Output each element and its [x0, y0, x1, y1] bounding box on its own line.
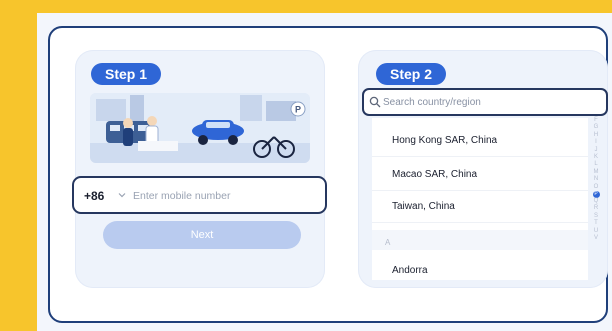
search-placeholder: Search country/region	[383, 97, 481, 108]
index-letter[interactable]: V	[591, 235, 601, 242]
next-button[interactable]: Next	[103, 221, 301, 249]
index-letter[interactable]: T	[591, 220, 601, 227]
city-illustration: P	[90, 93, 310, 163]
index-letter[interactable]: F	[591, 117, 601, 124]
section-letter: A	[385, 238, 391, 247]
country-item-hong-kong[interactable]: Hong Kong SAR, China	[392, 135, 497, 146]
index-letter[interactable]: U	[591, 228, 601, 235]
index-letter[interactable]: J	[591, 147, 601, 154]
index-letter[interactable]: O	[591, 184, 601, 191]
index-letter[interactable]: Q	[591, 198, 601, 205]
index-letter[interactable]: R	[591, 205, 601, 212]
search-icon	[369, 96, 381, 108]
index-letter[interactable]: M	[591, 169, 601, 176]
index-letter[interactable]: I	[591, 139, 601, 146]
index-letter[interactable]: S	[591, 213, 601, 220]
step1-badge: Step 1	[91, 63, 161, 85]
index-letter[interactable]: G	[591, 124, 601, 131]
country-item-andorra[interactable]: Andorra	[392, 265, 428, 276]
index-letter[interactable]: N	[591, 176, 601, 183]
list-divider	[372, 222, 588, 223]
index-letter[interactable]: L	[591, 161, 601, 168]
svg-text:P: P	[295, 105, 301, 115]
list-divider	[372, 190, 588, 191]
list-divider	[372, 156, 588, 157]
step2-badge: Step 2	[376, 63, 446, 85]
chevron-down-icon[interactable]	[117, 190, 127, 200]
index-letter[interactable]: K	[591, 154, 601, 161]
index-letter[interactable]: H	[591, 132, 601, 139]
alphabet-index[interactable]: F G H I J K L M N O P Q R S T U V	[591, 117, 601, 243]
step1-card	[75, 50, 325, 288]
index-letter-active[interactable]: P	[592, 191, 600, 199]
country-code-selector[interactable]: +86	[84, 189, 104, 203]
mobile-number-input[interactable]: Enter mobile number	[133, 190, 230, 202]
section-header	[372, 230, 588, 250]
country-item-macao[interactable]: Macao SAR, China	[392, 169, 477, 180]
country-item-taiwan[interactable]: Taiwan, China	[392, 201, 455, 212]
